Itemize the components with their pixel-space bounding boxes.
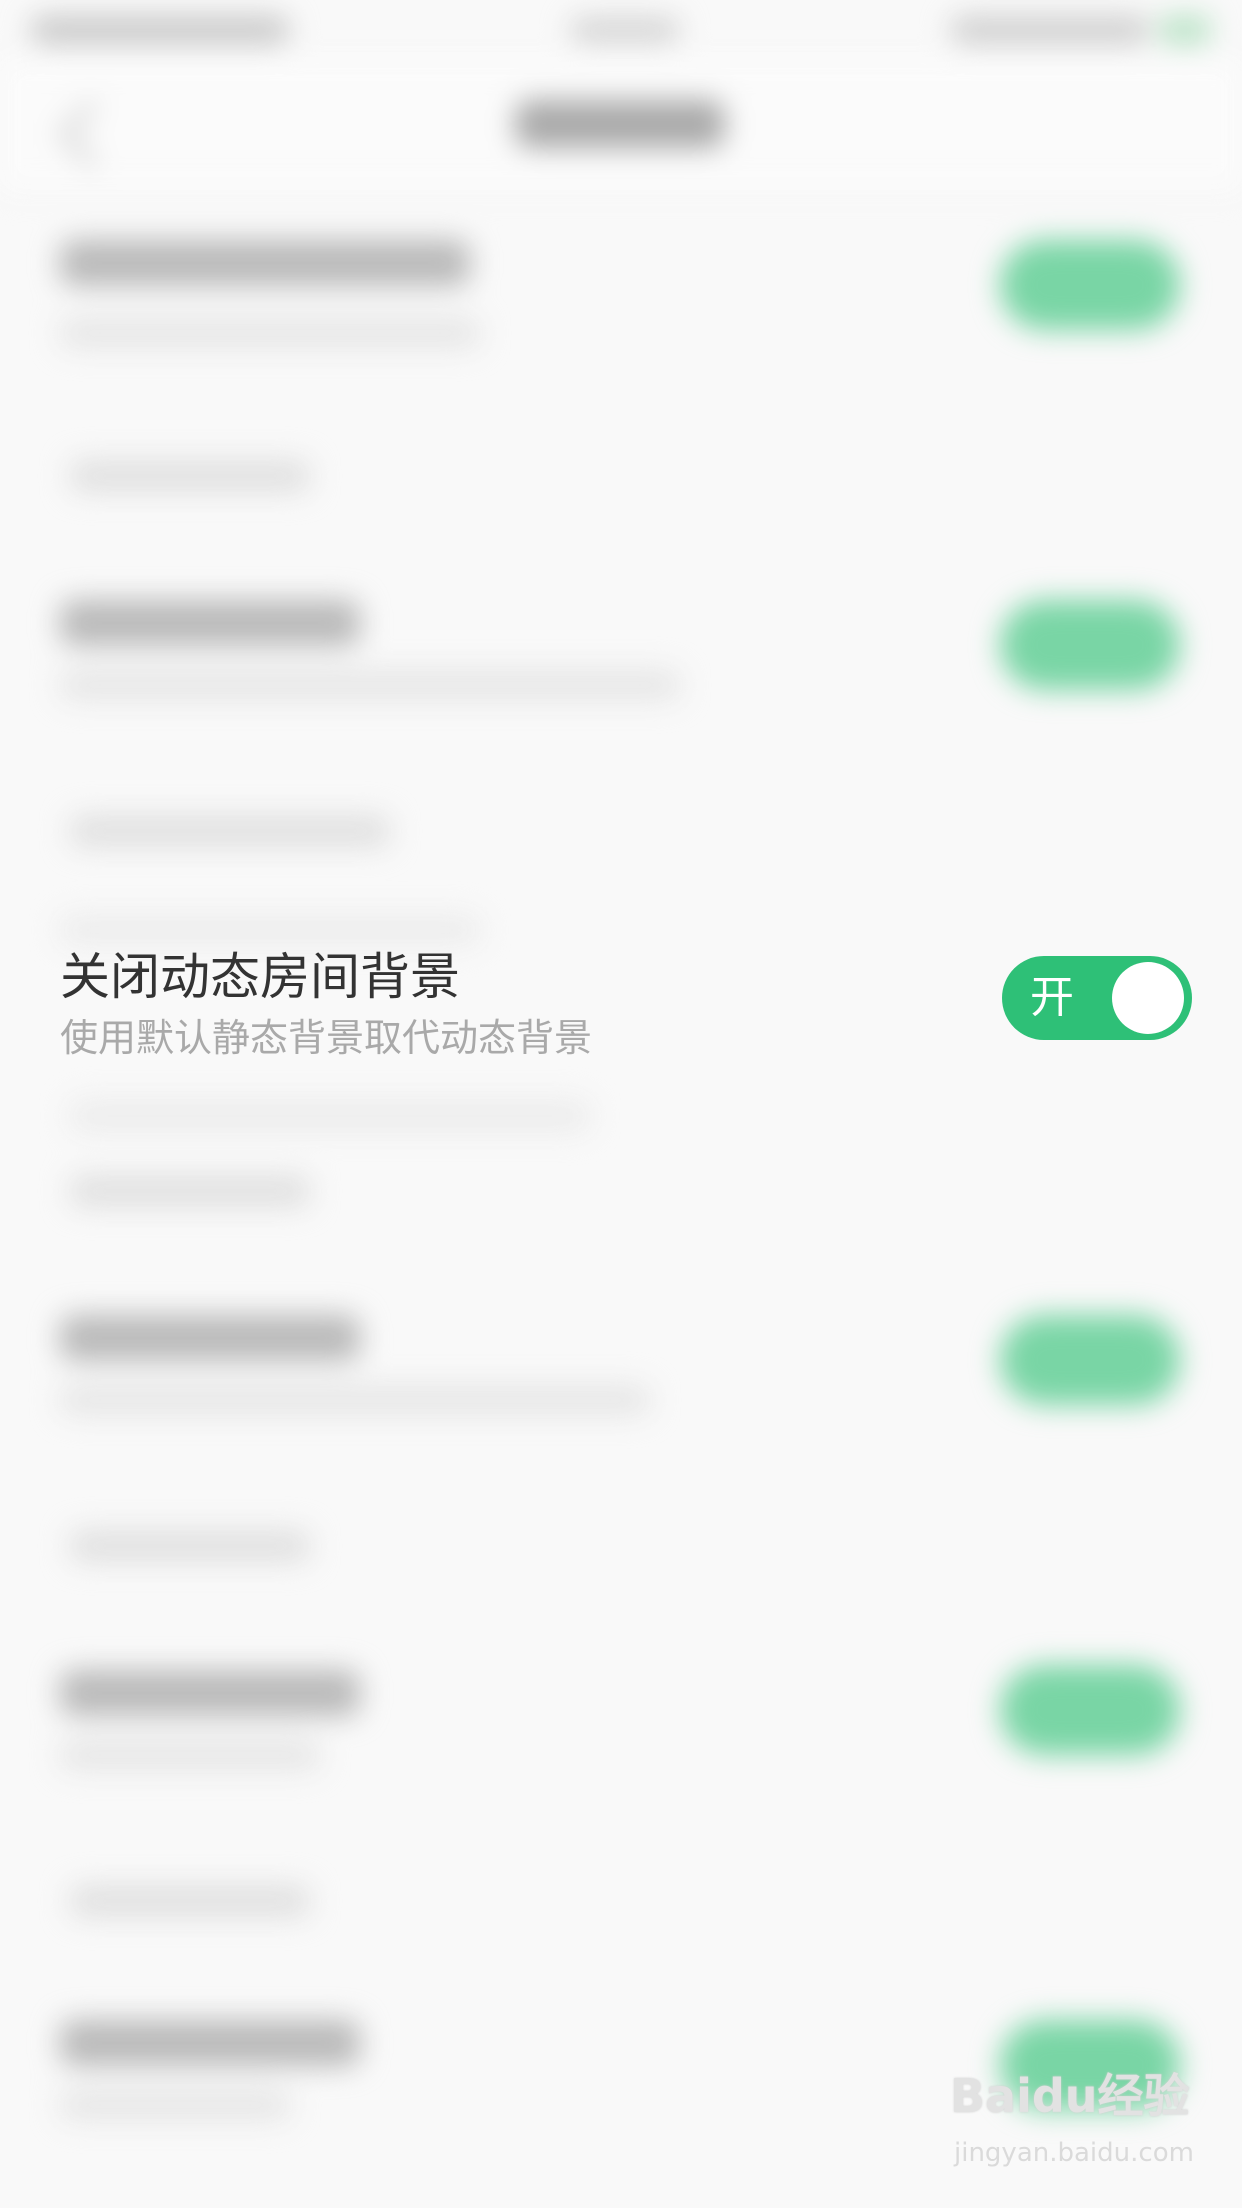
- setting-row-dynamic-background: 关闭动态房间背景 使用默认静态背景取代动态背景 开: [0, 935, 1242, 1065]
- back-arrow-icon[interactable]: [58, 100, 126, 168]
- status-bar-indicators: [950, 16, 1150, 44]
- setting-subtitle: 使用默认静态背景取代动态背景: [60, 1016, 593, 1060]
- blurred-section-label: [70, 1175, 310, 1207]
- blurred-divider-text: [70, 1100, 590, 1132]
- blurred-setting-subtitle: [60, 1385, 650, 1415]
- blurred-section-label: [70, 815, 390, 847]
- blurred-setting-title: [60, 600, 360, 646]
- blurred-section-label: [70, 1885, 310, 1917]
- blurred-background: [0, 0, 1242, 2208]
- blurred-section-label: [70, 460, 310, 492]
- battery-icon: [1160, 16, 1210, 44]
- blurred-setting-subtitle: [60, 1740, 320, 1770]
- blurred-toggle[interactable]: [1000, 240, 1180, 330]
- blurred-setting-title: [60, 1315, 360, 1361]
- setting-title: 关闭动态房间背景: [60, 948, 460, 1006]
- blurred-setting-subtitle: [60, 318, 480, 348]
- toggle-state-label: 开: [1030, 972, 1074, 1023]
- blurred-setting-subtitle: [60, 2090, 290, 2120]
- page-title: [515, 100, 725, 148]
- watermark-url: jingyan.baidu.com: [954, 2138, 1194, 2168]
- blurred-setting-title: [60, 240, 470, 286]
- toggle-knob: [1112, 962, 1184, 1034]
- blurred-setting-subtitle: [60, 670, 680, 700]
- blurred-setting-title: [60, 1670, 360, 1716]
- watermark: Baidu经验 jingyan.baidu.com: [950, 2060, 1194, 2190]
- navigation-bar: [0, 60, 1242, 192]
- status-bar-carrier: [30, 16, 290, 44]
- blurred-setting-title: [60, 2020, 360, 2066]
- blurred-toggle[interactable]: [1000, 1665, 1180, 1755]
- status-bar: [0, 0, 1242, 60]
- blurred-toggle[interactable]: [1000, 1315, 1180, 1405]
- blurred-section-label: [70, 1530, 310, 1562]
- blurred-toggle[interactable]: [1000, 600, 1180, 690]
- watermark-logo: Baidu经验: [950, 2069, 1190, 2123]
- status-bar-time: [570, 18, 680, 42]
- dynamic-background-toggle[interactable]: 开: [1002, 956, 1192, 1040]
